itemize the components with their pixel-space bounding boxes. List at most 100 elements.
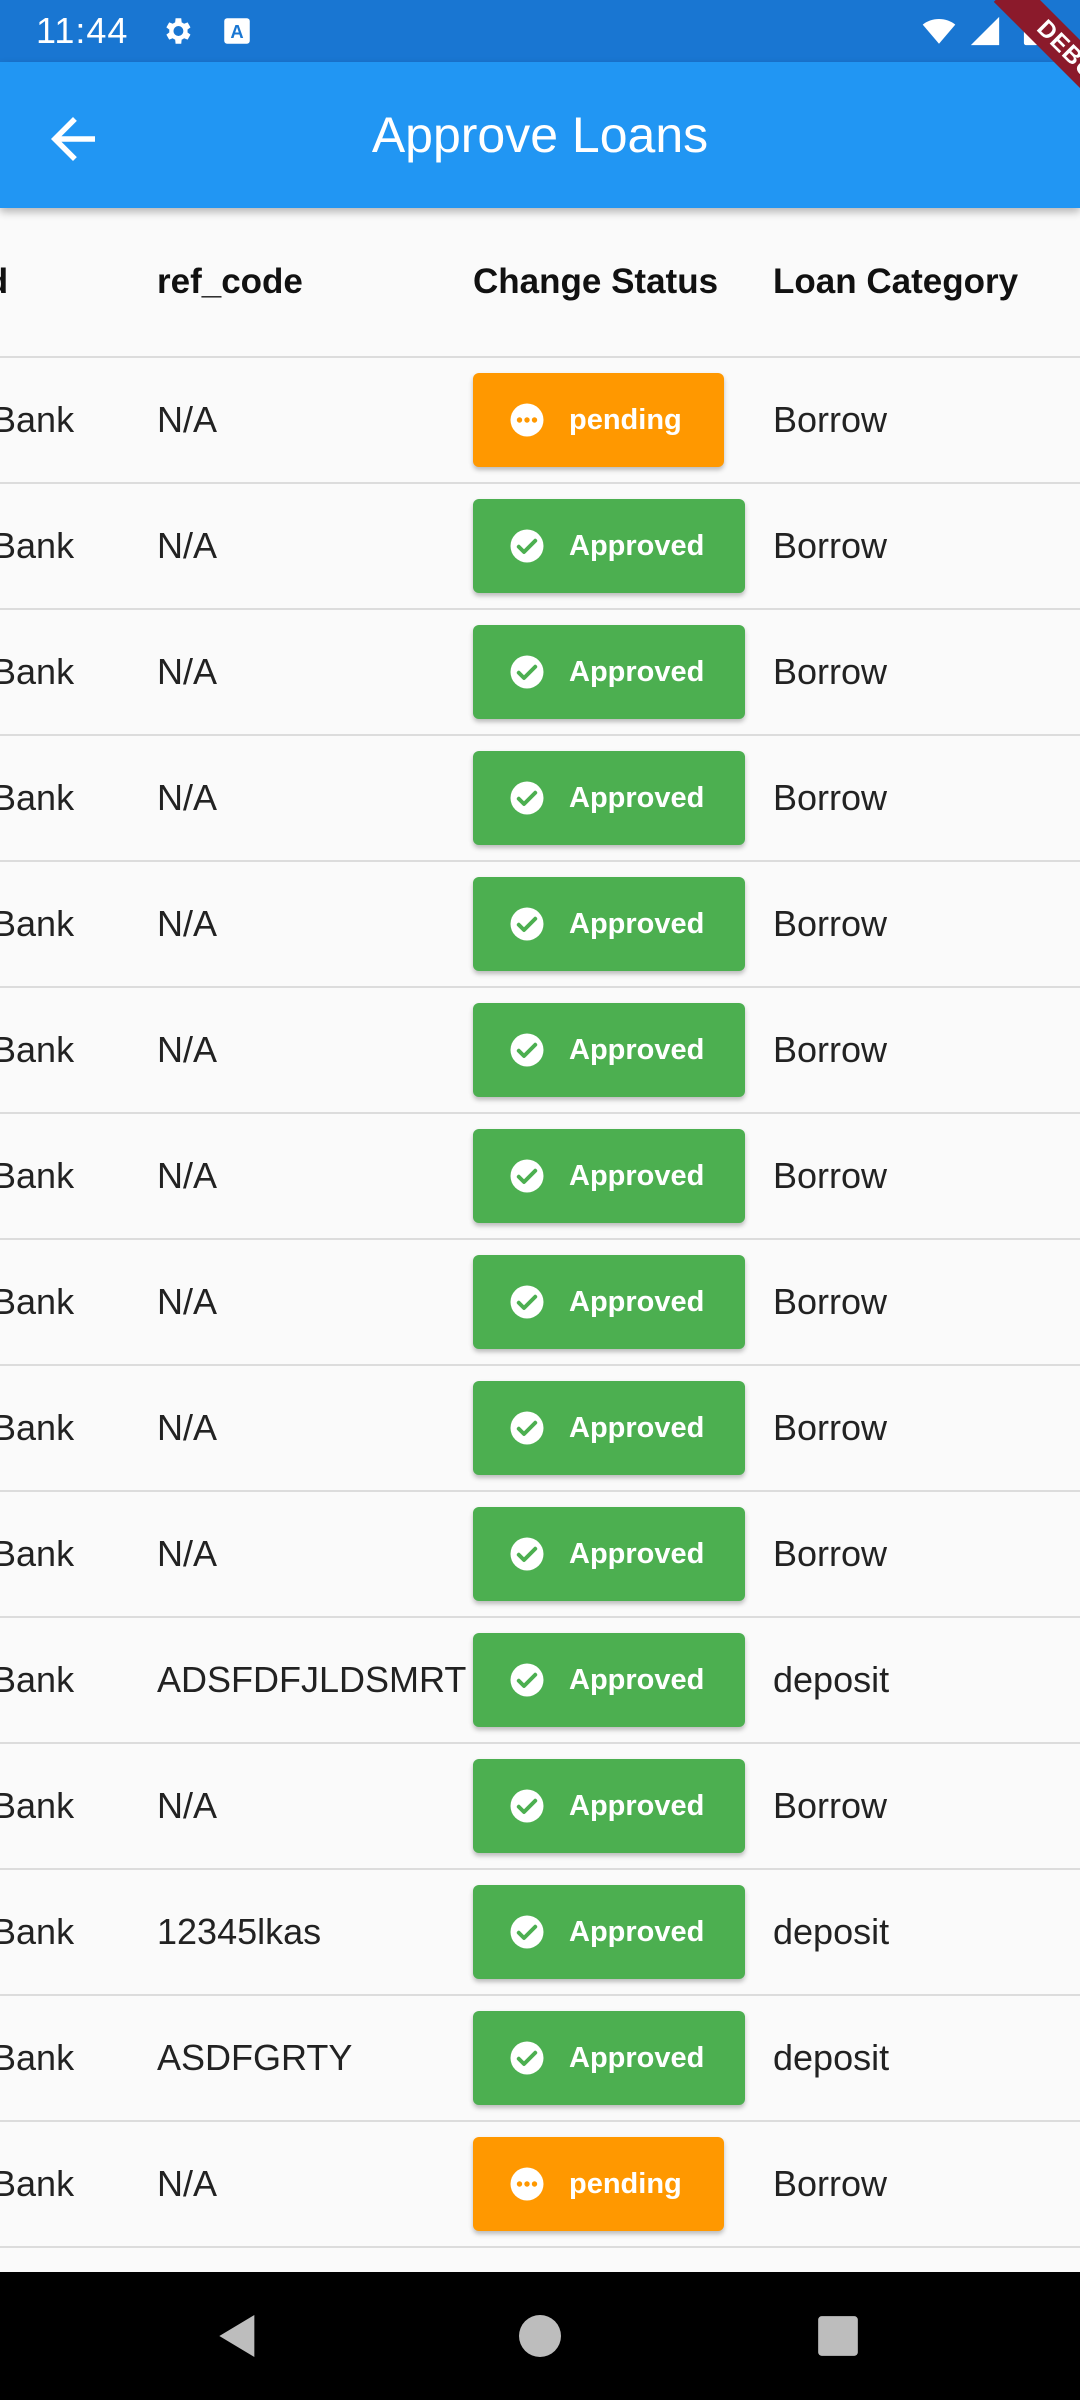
cell-change-status: Approved [473,736,745,860]
cell-ref-code: N/A [157,1533,218,1574]
cell-loan-category: Borrow [773,777,888,818]
cell-method: sa/Bank [0,1659,75,1700]
status-approved-button[interactable]: Approved [473,625,745,719]
back-triangle-icon[interactable] [210,2308,266,2364]
cell-method: sa/Bank [0,1911,75,1952]
cell-change-status: Approved [473,484,745,608]
cell-method: sa/Bank [0,777,75,818]
cell-ref-code: N/A [157,2163,218,2204]
cell-change-status: Approved [473,1114,745,1238]
check-circle-icon [510,907,544,941]
check-circle-icon [510,1159,544,1193]
cell-ref-code: 12345lkas [157,1911,322,1952]
status-approved-button[interactable]: Approved [473,1381,745,1475]
check-circle-icon [510,1033,544,1067]
status-approved-button[interactable]: Approved [473,1255,745,1349]
cell-ref-code: N/A [157,399,218,440]
table-row: sa/Bank N/A Approved Borrow [0,988,1080,1114]
cell-method: sa/Bank [0,2163,75,2204]
cell-loan-category: Borrow [773,1785,888,1826]
cell-method: sa/Bank [0,1281,75,1322]
table-row: sa/Bank N/A pending Borrow [0,358,1080,484]
status-approved-button[interactable]: Approved [473,1885,745,1979]
cell-loan-category: Borrow [773,1029,888,1070]
status-label: Approved [569,1789,705,1822]
table-row [0,2248,1080,2272]
check-circle-icon [510,1915,544,1949]
status-approved-button[interactable]: Approved [473,877,745,971]
cell-loan-category: deposit [773,1659,890,1700]
status-approved-button[interactable]: Approved [473,1129,745,1223]
column-header-loan-category: Loan Category [773,262,1019,301]
status-approved-button[interactable]: Approved [473,1633,745,1727]
status-label: Approved [569,529,705,562]
check-circle-icon [510,655,544,689]
cell-ref-code: N/A [157,1407,218,1448]
cell-loan-category: Borrow [773,903,888,944]
cell-ref-code: N/A [157,1029,218,1070]
cell-change-status: pending [473,2122,724,2246]
cell-method: sa/Bank [0,903,75,944]
cell-method: sa/Bank [0,2037,75,2078]
cell-ref-code: ASDFGRTY [157,2037,353,2078]
check-circle-icon [510,2041,544,2075]
cell-method: sa/Bank [0,1785,75,1826]
status-label: Approved [569,1285,705,1318]
cell-change-status: Approved [473,862,745,986]
table-row: sa/Bank N/A Approved Borrow [0,1492,1080,1618]
more-horiz-icon [510,2167,544,2201]
cell-method: sa/Bank [0,525,75,566]
status-approved-button[interactable]: Approved [473,1507,745,1601]
cell-ref-code: N/A [157,903,218,944]
check-circle-icon [510,529,544,563]
more-horiz-icon [510,403,544,437]
check-circle-icon [510,1285,544,1319]
cell-loan-category: Borrow [773,525,888,566]
cell-change-status: Approved [473,988,745,1112]
loans-table[interactable]: hod ref_code Change Status Loan Category… [0,208,1080,2272]
cell-loan-category: Borrow [773,1407,888,1448]
table-row: sa/Bank 12345lkas Approved deposit [0,1870,1080,1996]
cell-loan-category: Borrow [773,2163,888,2204]
cell-loan-category: Borrow [773,651,888,692]
status-label: Approved [569,1537,705,1570]
cell-change-status: Approved [473,1366,745,1490]
status-approved-button[interactable]: Approved [473,1759,745,1853]
check-circle-icon [510,1411,544,1445]
status-label: Approved [569,1663,705,1696]
system-nav-bar [0,2272,1080,2400]
cell-change-status: Approved [473,1240,745,1364]
wifi-icon [922,18,956,44]
status-label: Approved [569,1033,705,1066]
cell-ref-code: N/A [157,1281,218,1322]
status-approved-button[interactable]: Approved [473,1003,745,1097]
cell-method: sa/Bank [0,399,75,440]
cell-method: sa/Bank [0,651,75,692]
status-approved-button[interactable]: Approved [473,2011,745,2105]
status-label: pending [569,403,682,436]
svg-text:A: A [230,21,243,42]
status-label: Approved [569,781,705,814]
status-approved-button[interactable]: Approved [473,499,745,593]
cell-loan-category: Borrow [773,399,888,440]
table-header-row: hod ref_code Change Status Loan Category [0,208,1080,358]
home-circle-icon[interactable] [512,2308,568,2364]
cell-loan-category: Borrow [773,1155,888,1196]
table-row: sa/Bank N/A Approved Borrow [0,610,1080,736]
status-label: Approved [569,2041,705,2074]
status-pending-button[interactable]: pending [473,373,724,467]
cell-method: sa/Bank [0,1155,75,1196]
cell-method: sa/Bank [0,1029,75,1070]
cell-ref-code: N/A [157,1785,218,1826]
status-approved-button[interactable]: Approved [473,751,745,845]
status-pending-button[interactable]: pending [473,2137,724,2231]
cell-ref-code: N/A [157,651,218,692]
table-row: sa/Bank N/A Approved Borrow [0,1240,1080,1366]
recents-square-icon[interactable] [810,2308,866,2364]
cell-loan-category: Borrow [773,1533,888,1574]
column-header-ref-code: ref_code [157,262,303,301]
cell-ref-code: N/A [157,777,218,818]
cell-loan-category: Borrow [773,1281,888,1322]
cell-method: sa/Bank [0,1407,75,1448]
cell-change-status: Approved [473,610,745,734]
